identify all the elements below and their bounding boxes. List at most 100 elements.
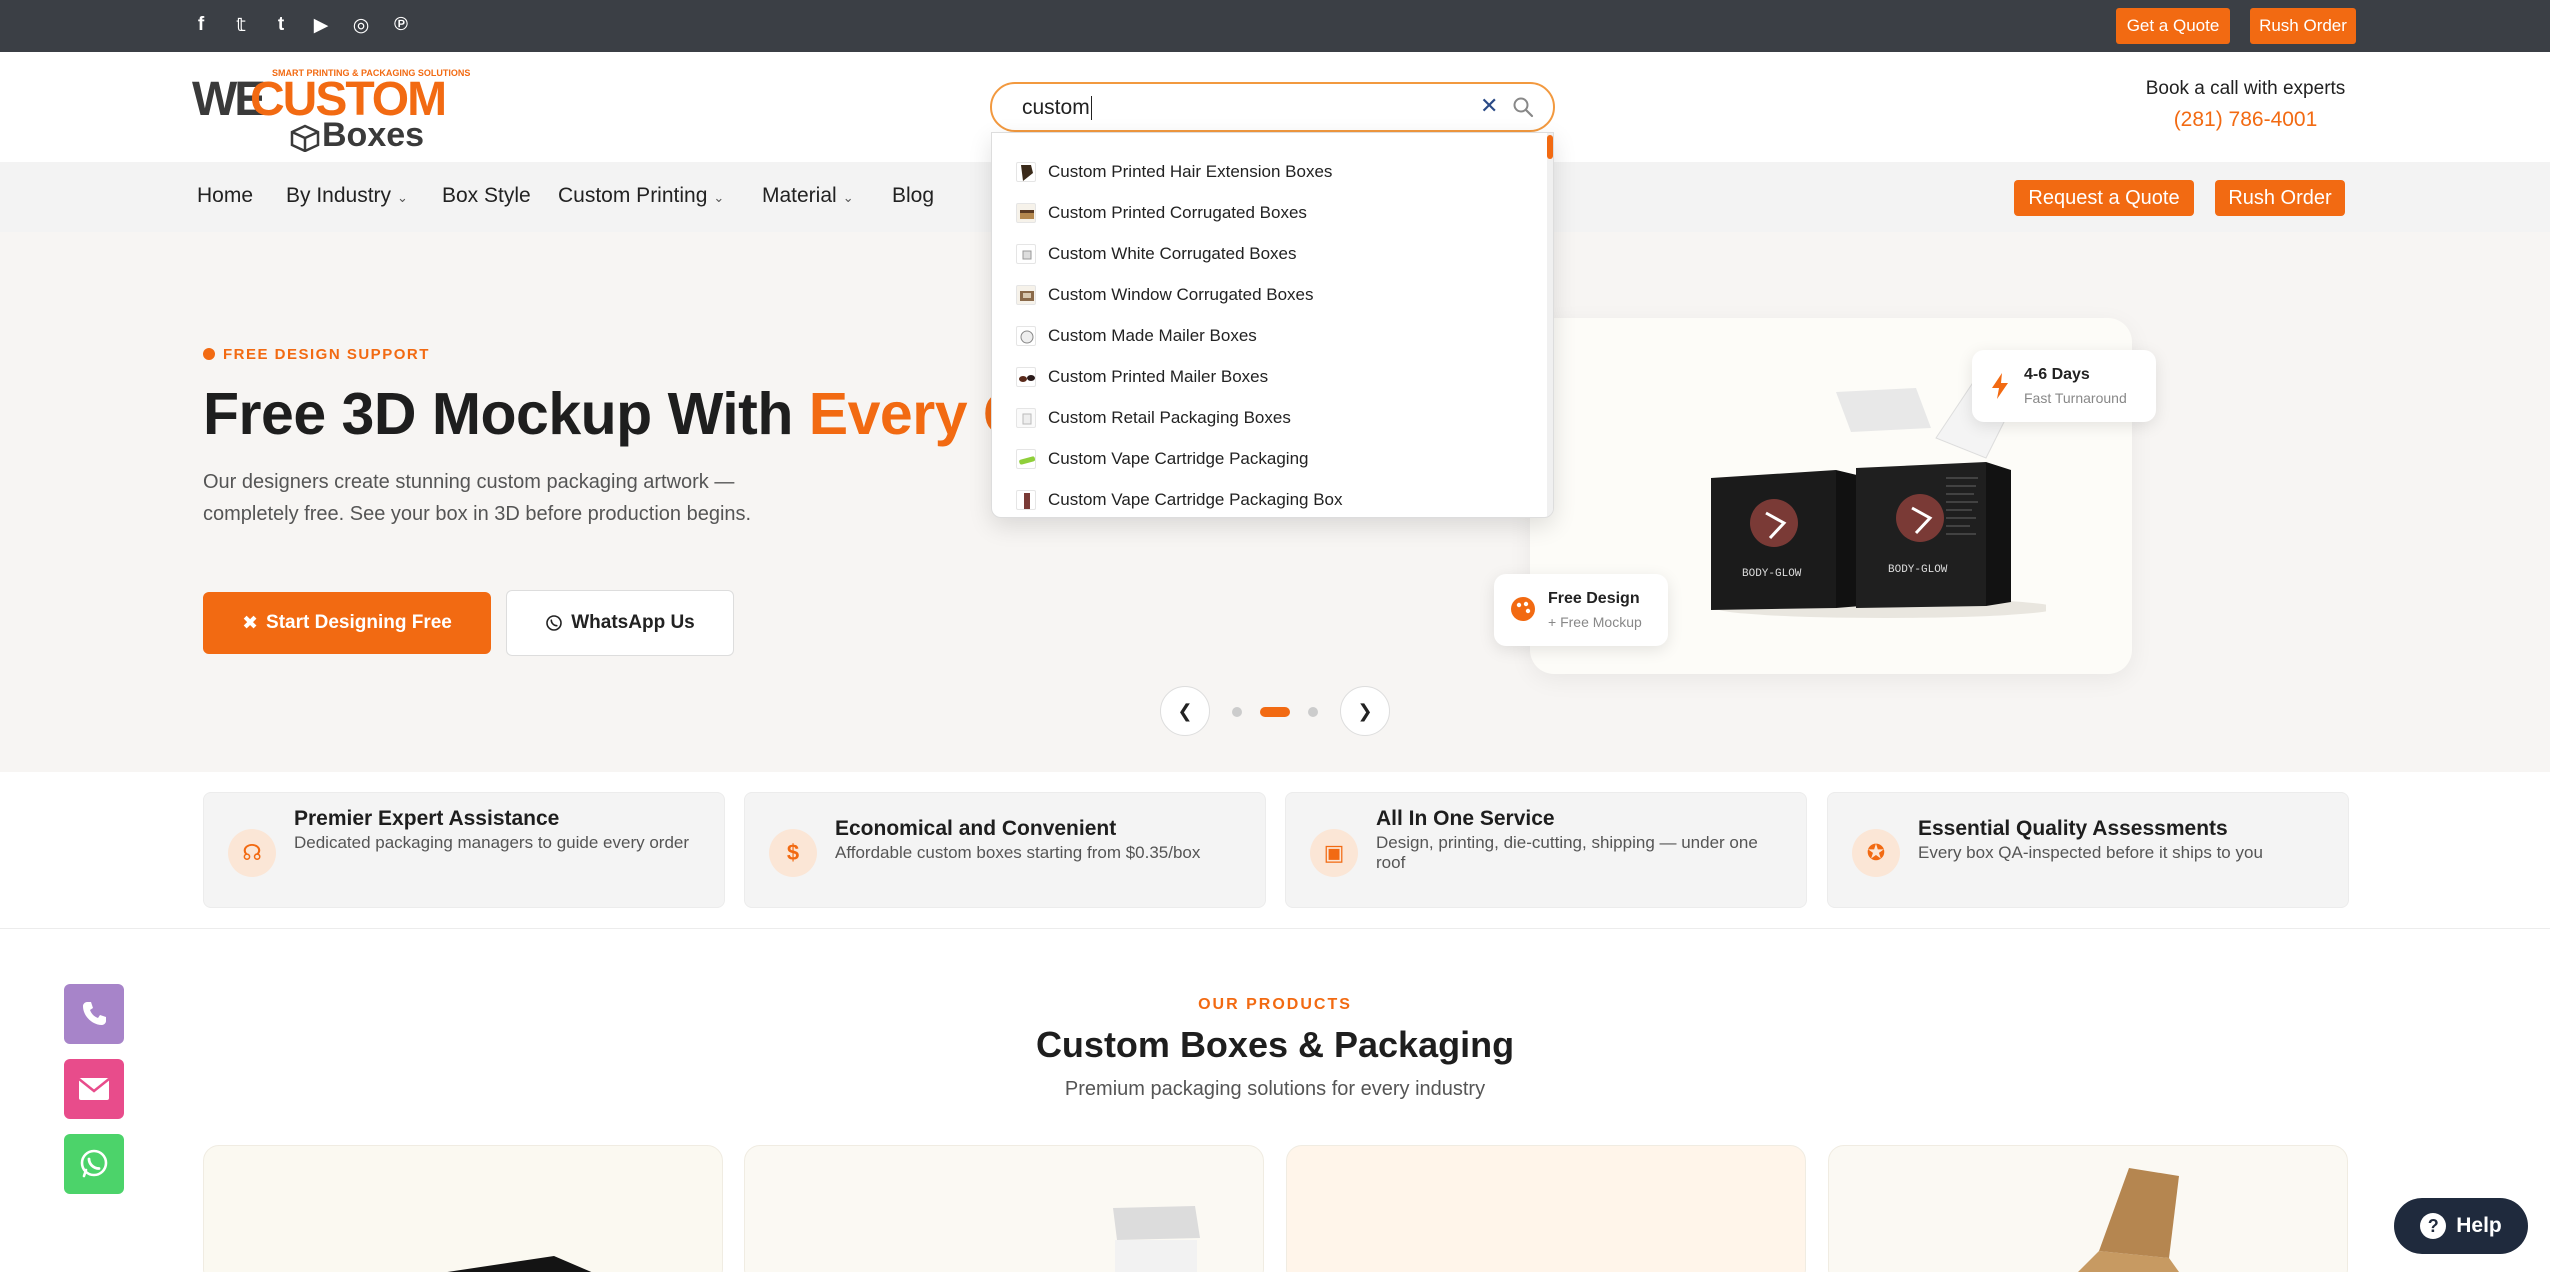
chevron-down-icon: ⌄: [713, 190, 725, 205]
hero-carousel-controls: ❮ ❯: [1160, 686, 1390, 738]
headset-icon: ☊: [228, 829, 276, 877]
product-card[interactable]: [203, 1145, 723, 1272]
request-quote-button[interactable]: Request a Quote: [2014, 180, 2194, 216]
get-quote-button[interactable]: Get a Quote: [2116, 8, 2230, 44]
floating-email-button[interactable]: [64, 1059, 124, 1119]
chevron-left-icon: ❮: [1177, 700, 1193, 721]
chevron-right-icon: ❯: [1357, 700, 1373, 721]
award-icon: ✪: [1852, 829, 1900, 877]
tools-icon: ✖: [242, 612, 259, 634]
carousel-dot-2[interactable]: [1260, 707, 1290, 717]
feature-card: $ Economical and Convenient Affordable c…: [744, 792, 1266, 908]
topbar-rush-order-button[interactable]: Rush Order: [2250, 8, 2356, 44]
nav-box-style[interactable]: Box Style: [442, 184, 531, 208]
contact-block: Book a call with experts (281) 786-4001: [2143, 78, 2348, 132]
product-card[interactable]: [744, 1145, 1264, 1272]
box-brand-label-left: BODY-GLOW: [1742, 568, 1802, 580]
suggestion-item[interactable]: Custom Printed Hair Extension Boxes: [1016, 151, 1536, 192]
dropdown-scrollbar-thumb[interactable]: [1547, 135, 1553, 159]
phone-icon: [83, 1002, 106, 1025]
search-input[interactable]: custom: [1022, 96, 1092, 121]
floating-whatsapp-button[interactable]: [64, 1134, 124, 1194]
logo[interactable]: SMART PRINTING & PACKAGING SOLUTIONS WE …: [192, 66, 470, 154]
chevron-down-icon: ⌄: [842, 190, 854, 205]
palette-icon: [203, 348, 215, 360]
suggestion-item[interactable]: Custom Window Corrugated Boxes: [1016, 274, 1536, 315]
feature-card: ✪ Essential Quality Assessments Every bo…: [1827, 792, 2349, 908]
facebook-icon[interactable]: f: [192, 14, 210, 36]
nav-material[interactable]: Material ⌄: [762, 184, 854, 208]
social-links: f 𝕥 t ▶ ◎ ℗: [192, 14, 410, 36]
logo-boxes: Boxes: [322, 116, 425, 154]
contact-phone-link[interactable]: (281) 786-4001: [2143, 108, 2348, 132]
youtube-icon[interactable]: ▶: [312, 14, 330, 36]
help-button[interactable]: ? Help: [2394, 1198, 2528, 1254]
product-thumbnail: [1016, 284, 1036, 305]
email-icon: [78, 1078, 110, 1100]
section-divider: [0, 928, 2550, 929]
box-brand-label-right: BODY-GLOW: [1888, 564, 1948, 576]
suggestion-item[interactable]: Custom Made Mailer Boxes: [1016, 315, 1536, 356]
clear-search-icon[interactable]: ✕: [1480, 93, 1498, 119]
tumblr-icon[interactable]: t: [272, 14, 290, 36]
search-icon[interactable]: [1512, 96, 1534, 118]
floating-phone-button[interactable]: [64, 984, 124, 1044]
nav-custom-printing[interactable]: Custom Printing ⌄: [558, 184, 724, 208]
products-title: Custom Boxes & Packaging: [1035, 1024, 1515, 1065]
product-card[interactable]: [1828, 1145, 2348, 1272]
free-design-badge: Free Design + Free Mockup: [1494, 574, 1668, 646]
nav-by-industry[interactable]: By Industry ⌄: [286, 184, 408, 208]
product-thumbnail: [1016, 202, 1036, 223]
suggestion-item[interactable]: Custom Printed Corrugated Boxes: [1016, 192, 1536, 233]
cube-icon: [290, 124, 320, 152]
hero-description: Our designers create stunning custom pac…: [203, 471, 752, 525]
products-subtitle: Premium packaging solutions for every in…: [1064, 1078, 1486, 1100]
carousel-dot-3[interactable]: [1308, 707, 1318, 717]
box-icon: ▣: [1310, 829, 1358, 877]
search-suggestions-dropdown: Custom Printed Hair Extension Boxes Cust…: [991, 132, 1554, 518]
search-box[interactable]: custom ✕: [990, 82, 1555, 132]
product-image: [447, 1256, 592, 1272]
lightning-icon: [1992, 373, 2008, 399]
whatsapp-icon: [546, 615, 563, 631]
carousel-dot-1[interactable]: [1232, 707, 1242, 717]
instagram-icon[interactable]: ◎: [352, 14, 370, 36]
twitter-icon[interactable]: 𝕥: [232, 14, 250, 36]
feature-card: ☊ Premier Expert Assistance Dedicated pa…: [203, 792, 725, 908]
product-thumbnail: [1016, 489, 1036, 510]
suggestion-item[interactable]: Custom Retail Packaging Boxes: [1016, 397, 1536, 438]
product-thumbnail: [1016, 325, 1036, 346]
product-image: [2078, 1168, 2179, 1272]
carousel-next-button[interactable]: ❯: [1340, 686, 1390, 736]
hero-title: Free 3D Mockup With Every C: [203, 381, 1026, 447]
dollar-icon: $: [769, 829, 817, 877]
start-designing-button[interactable]: ✖ Start Designing Free: [203, 592, 491, 654]
product-card[interactable]: [1286, 1145, 1806, 1272]
hero-eyebrow: FREE DESIGN SUPPORT: [203, 346, 430, 363]
suggestion-item[interactable]: Custom Vape Cartridge Packaging: [1016, 438, 1536, 479]
question-icon: ?: [2420, 1213, 2447, 1239]
product-image: [1113, 1206, 1200, 1272]
chevron-down-icon: ⌄: [397, 190, 408, 205]
nav-rush-order-button[interactable]: Rush Order: [2215, 180, 2345, 216]
suggestion-item[interactable]: Custom White Corrugated Boxes: [1016, 233, 1536, 274]
suggestion-item[interactable]: Custom Printed Mailer Boxes: [1016, 356, 1536, 397]
pinterest-icon[interactable]: ℗: [392, 14, 410, 36]
nav-blog[interactable]: Blog: [892, 184, 934, 208]
hero-product-card: BODY-GLOW BODY-GLOW 4-6 Days Fast Turnar…: [1494, 318, 2156, 674]
product-thumbnail: [1016, 407, 1036, 428]
product-thumbnail: [1016, 448, 1036, 469]
products-eyebrow: OUR PRODUCTS: [1198, 996, 1352, 1013]
carousel-prev-button[interactable]: ❮: [1160, 686, 1210, 736]
turnaround-badge: 4-6 Days Fast Turnaround: [1972, 350, 2156, 422]
whatsapp-button[interactable]: WhatsApp Us: [506, 590, 734, 656]
contact-label: Book a call with experts: [2145, 78, 2346, 99]
top-bar: f 𝕥 t ▶ ◎ ℗ Get a Quote Rush Order: [0, 0, 2550, 52]
whatsapp-icon: [80, 1149, 108, 1178]
dropdown-scrollbar[interactable]: [1547, 133, 1553, 517]
nav-home[interactable]: Home: [197, 184, 253, 208]
feature-card: ▣ All In One Service Design, printing, d…: [1285, 792, 1807, 908]
product-thumbnail: [1016, 243, 1036, 264]
suggestion-item[interactable]: Custom Vape Cartridge Packaging Box: [1016, 479, 1536, 517]
product-thumbnail: [1016, 161, 1036, 182]
